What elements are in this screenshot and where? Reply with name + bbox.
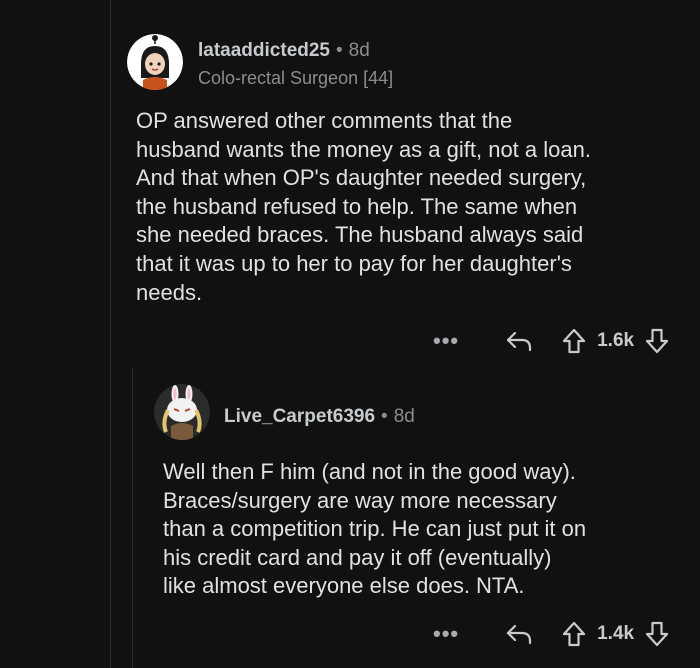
separator-dot: • <box>381 406 388 427</box>
comment-age: 8d <box>393 406 415 427</box>
vote-score: 1.6k <box>597 330 635 351</box>
downvote-icon[interactable] <box>644 327 670 355</box>
more-options-button[interactable]: ••• <box>433 328 459 354</box>
vote-score: 1.4k <box>597 623 635 644</box>
avatar[interactable] <box>154 384 210 440</box>
comment-age: 8d <box>348 40 370 61</box>
comment-meta: lataaddicted25 • 8d Colo-rectal Surgeon … <box>198 40 393 89</box>
comment-actions: ••• 1.4k <box>433 619 670 649</box>
username[interactable]: lataaddicted25 <box>198 40 330 62</box>
comment: lataaddicted25 • 8d Colo-rectal Surgeon … <box>0 0 700 370</box>
comment-reply: Live_Carpet6396 • 8d Well then F him (an… <box>0 370 700 668</box>
upvote-icon[interactable] <box>561 620 587 648</box>
snoo-avatar-icon <box>154 384 210 440</box>
comment-actions: ••• 1.6k <box>433 326 670 356</box>
comment-body: Well then F him (and not in the good way… <box>163 459 587 599</box>
comment-body: OP answered other comments that the husb… <box>136 108 591 305</box>
separator-dot: • <box>336 40 343 61</box>
upvote-icon[interactable] <box>561 327 587 355</box>
reply-icon[interactable] <box>505 328 535 354</box>
comment-meta: Live_Carpet6396 • 8d <box>224 406 415 428</box>
user-flair: Colo-rectal Surgeon [44] <box>198 68 394 88</box>
username[interactable]: Live_Carpet6396 <box>224 406 375 428</box>
more-options-button[interactable]: ••• <box>433 621 459 647</box>
user-avatar-icon <box>127 34 183 90</box>
downvote-icon[interactable] <box>644 620 670 648</box>
avatar[interactable] <box>127 34 183 90</box>
reply-icon[interactable] <box>505 621 535 647</box>
